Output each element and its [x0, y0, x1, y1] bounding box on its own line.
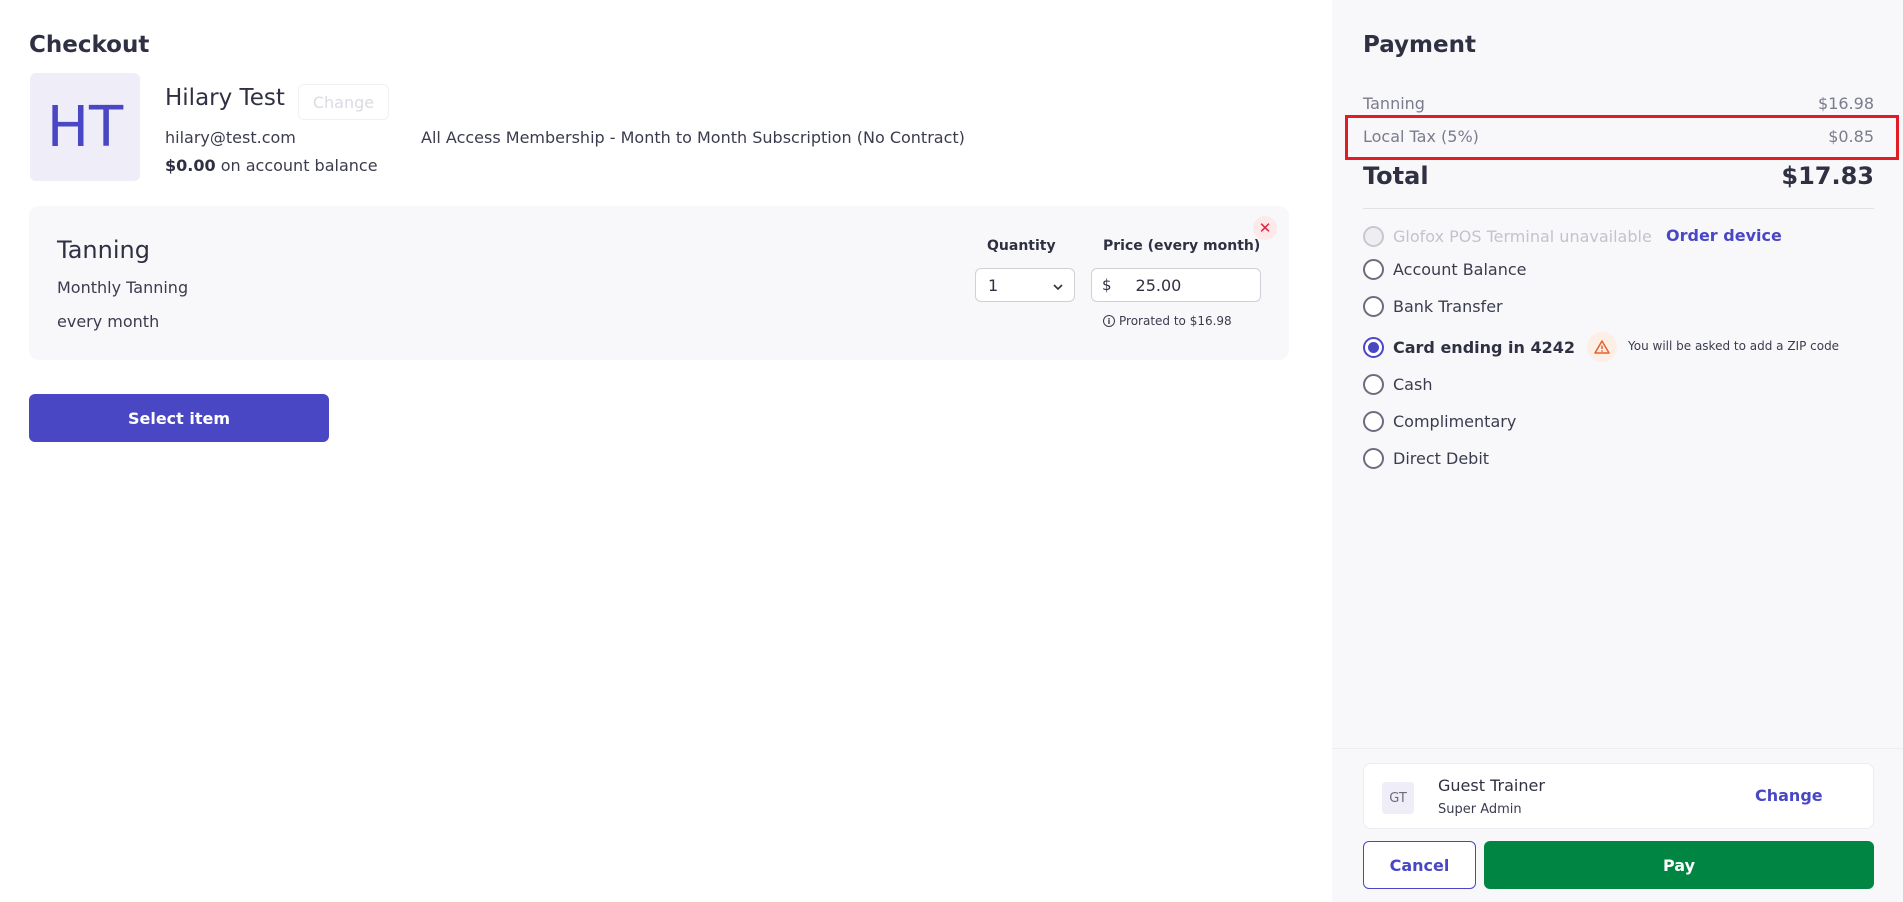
radio-button[interactable] — [1363, 448, 1384, 469]
prorated-text: Prorated to $16.98 — [1119, 314, 1232, 328]
total-label: Total — [1363, 162, 1429, 190]
item-frequency: every month — [57, 312, 160, 331]
quantity-select[interactable]: 1 — [975, 268, 1075, 302]
payment-method-card[interactable]: Card ending in 4242 — [1363, 337, 1575, 358]
checkout-panel: Checkout HT Hilary Test Change hilary@te… — [0, 0, 1332, 902]
info-icon: i — [1103, 315, 1115, 327]
cart-item-card: ✕ Tanning Monthly Tanning every month Qu… — [29, 206, 1289, 360]
payment-method-label: Bank Transfer — [1393, 297, 1503, 316]
radio-button[interactable] — [1363, 296, 1384, 317]
total-amount: $17.83 — [1781, 162, 1874, 190]
member-email: hilary@test.com — [165, 128, 296, 147]
radio-button[interactable] — [1363, 411, 1384, 432]
payment-method-direct-debit[interactable]: Direct Debit — [1363, 448, 1489, 469]
staff-card: GT Guest Trainer Super Admin Change — [1363, 763, 1874, 829]
warning-icon — [1587, 332, 1617, 362]
item-name: Tanning — [57, 236, 150, 264]
change-staff-link[interactable]: Change — [1755, 786, 1823, 805]
page-title: Checkout — [29, 32, 150, 58]
radio-button[interactable] — [1363, 374, 1384, 395]
summary-line-item: Tanning $16.98 — [1363, 94, 1874, 113]
cancel-button[interactable]: Cancel — [1363, 841, 1476, 889]
item-description: Monthly Tanning — [57, 278, 189, 297]
pay-button[interactable]: Pay — [1484, 841, 1874, 889]
balance-amount: $0.00 — [165, 156, 216, 175]
membership-name: All Access Membership - Month to Month S… — [421, 128, 965, 147]
payment-panel: Payment Tanning $16.98 Local Tax (5%) $0… — [1332, 0, 1903, 902]
payment-method-label: Cash — [1393, 375, 1433, 394]
payment-method-label: Glofox POS Terminal unavailable — [1393, 227, 1652, 246]
payment-method-label: Complimentary — [1393, 412, 1517, 431]
payment-method-pos-terminal: Glofox POS Terminal unavailable — [1363, 226, 1652, 247]
staff-role: Super Admin — [1438, 802, 1522, 817]
change-member-button[interactable]: Change — [298, 84, 389, 120]
divider — [1363, 208, 1874, 209]
close-icon: ✕ — [1258, 219, 1272, 237]
line-amount: $0.85 — [1828, 127, 1874, 146]
line-label: Local Tax (5%) — [1363, 127, 1479, 146]
balance-suffix: on account balance — [220, 156, 378, 175]
quantity-label: Quantity — [987, 238, 1056, 254]
line-label: Tanning — [1363, 94, 1425, 113]
radio-button — [1363, 226, 1384, 247]
zip-warning-text: You will be asked to add a ZIP code — [1628, 339, 1840, 353]
staff-name: Guest Trainer — [1438, 776, 1545, 795]
account-balance: $0.00 on account balance — [165, 156, 378, 175]
prorated-note: i Prorated to $16.98 — [1103, 314, 1232, 328]
payment-method-account-balance[interactable]: Account Balance — [1363, 259, 1527, 280]
price-input[interactable]: $ 25.00 — [1091, 268, 1261, 302]
line-amount: $16.98 — [1818, 94, 1874, 113]
payment-method-label: Account Balance — [1393, 260, 1527, 279]
price-label: Price (every month) — [1103, 238, 1261, 254]
payment-method-complimentary[interactable]: Complimentary — [1363, 411, 1516, 432]
member-avatar: HT — [30, 73, 140, 181]
quantity-value: 1 — [988, 275, 999, 295]
payment-footer: GT Guest Trainer Super Admin Change Canc… — [1332, 748, 1903, 902]
payment-method-label: Card ending in 4242 — [1393, 338, 1576, 357]
payment-method-label: Direct Debit — [1393, 449, 1490, 468]
select-item-button[interactable]: Select item — [29, 394, 329, 442]
total-row: Total $17.83 — [1363, 162, 1874, 190]
summary-line-tax: Local Tax (5%) $0.85 — [1363, 127, 1874, 146]
staff-avatar: GT — [1382, 782, 1414, 814]
remove-item-button[interactable]: ✕ — [1253, 216, 1277, 240]
member-name: Hilary Test — [165, 85, 285, 111]
order-device-link[interactable]: Order device — [1666, 226, 1782, 245]
radio-button[interactable] — [1363, 259, 1384, 280]
payment-title: Payment — [1363, 32, 1476, 58]
payment-method-cash[interactable]: Cash — [1363, 374, 1432, 395]
payment-method-bank-transfer[interactable]: Bank Transfer — [1363, 296, 1503, 317]
price-value: 25.00 — [1135, 275, 1182, 295]
radio-button-selected[interactable] — [1363, 337, 1384, 358]
chevron-down-icon — [1052, 278, 1064, 297]
currency-symbol: $ — [1102, 276, 1112, 294]
